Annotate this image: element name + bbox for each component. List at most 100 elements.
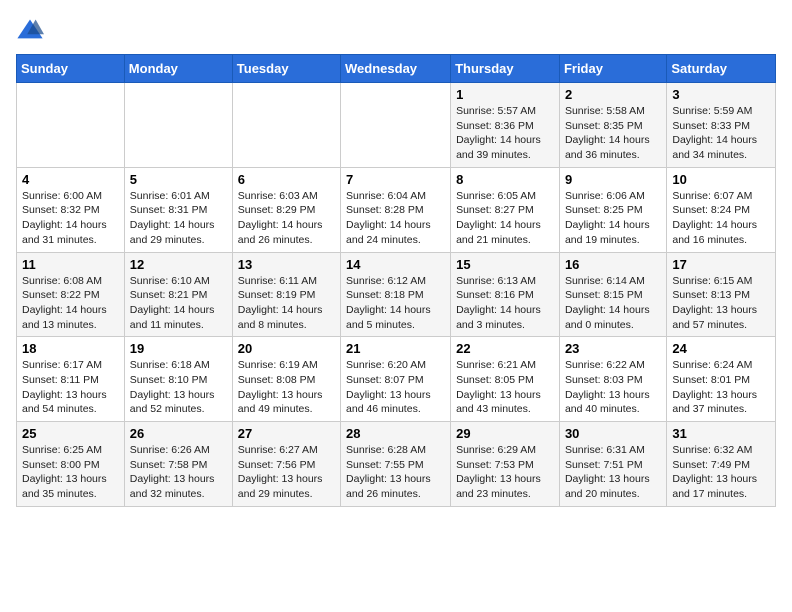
cell-content: Sunrise: 6:27 AMSunset: 7:56 PMDaylight:…: [238, 443, 335, 502]
cell-content: Sunrise: 6:04 AMSunset: 8:28 PMDaylight:…: [346, 189, 445, 248]
calendar-cell: 3Sunrise: 5:59 AMSunset: 8:33 PMDaylight…: [667, 83, 776, 168]
cell-content: Sunrise: 6:25 AMSunset: 8:00 PMDaylight:…: [22, 443, 119, 502]
day-header-monday: Monday: [124, 55, 232, 83]
day-number: 29: [456, 426, 554, 441]
calendar-cell: 5 Sunrise: 6:01 AMSunset: 8:31 PMDaylight…: [124, 167, 232, 252]
calendar-cell: [124, 83, 232, 168]
calendar-cell: 11 Sunrise: 6:08 AMSunset: 8:22 PMDayligh…: [17, 252, 125, 337]
cell-content: Sunrise: 6:28 AMSunset: 7:55 PMDaylight:…: [346, 443, 445, 502]
calendar-cell: 18 Sunrise: 6:17 AMSunset: 8:11 PMDayligh…: [17, 337, 125, 422]
week-row-3: 11 Sunrise: 6:08 AMSunset: 8:22 PMDayligh…: [17, 252, 776, 337]
cell-content: Sunrise: 6:13 AMSunset: 8:16 PMDaylight:…: [456, 274, 554, 333]
week-row-2: 4Sunrise: 6:00 AMSunset: 8:32 PMDaylight…: [17, 167, 776, 252]
calendar-cell: 30Sunrise: 6:31 AMSunset: 7:51 PMDayligh…: [559, 422, 666, 507]
cell-content: Sunrise: 6:26 AMSunset: 7:58 PMDaylight:…: [130, 443, 227, 502]
cell-content: Sunrise: 6:01 AMSunset: 8:31 PMDaylight:…: [130, 189, 227, 248]
calendar-cell: 7 Sunrise: 6:04 AMSunset: 8:28 PMDaylight…: [341, 167, 451, 252]
calendar-cell: [232, 83, 340, 168]
day-number: 10: [672, 172, 770, 187]
logo-icon: [16, 16, 44, 44]
day-number: 18: [22, 341, 119, 356]
day-number: 2: [565, 87, 661, 102]
day-number: 26: [130, 426, 227, 441]
calendar-cell: 13 Sunrise: 6:11 AMSunset: 8:19 PMDayligh…: [232, 252, 340, 337]
day-number: 11: [22, 257, 119, 272]
cell-content: Sunrise: 6:14 AMSunset: 8:15 PMDaylight:…: [565, 274, 661, 333]
calendar-cell: 15 Sunrise: 6:13 AMSunset: 8:16 PMDayligh…: [451, 252, 560, 337]
day-number: 23: [565, 341, 661, 356]
cell-content: Sunrise: 6:05 AMSunset: 8:27 PMDaylight:…: [456, 189, 554, 248]
cell-content: Sunrise: 5:59 AMSunset: 8:33 PMDaylight:…: [672, 104, 770, 163]
day-number: 4: [22, 172, 119, 187]
day-number: 19: [130, 341, 227, 356]
cell-content: Sunrise: 6:19 AMSunset: 8:08 PMDaylight:…: [238, 358, 335, 417]
cell-content: Sunrise: 6:31 AMSunset: 7:51 PMDaylight:…: [565, 443, 661, 502]
day-number: 21: [346, 341, 445, 356]
cell-content: Sunrise: 6:15 AMSunset: 8:13 PMDaylight:…: [672, 274, 770, 333]
calendar-cell: 27 Sunrise: 6:27 AMSunset: 7:56 PMDayligh…: [232, 422, 340, 507]
day-number: 6: [238, 172, 335, 187]
day-number: 27: [238, 426, 335, 441]
day-header-tuesday: Tuesday: [232, 55, 340, 83]
cell-content: Sunrise: 6:18 AMSunset: 8:10 PMDaylight:…: [130, 358, 227, 417]
calendar-cell: 20Sunrise: 6:19 AMSunset: 8:08 PMDayligh…: [232, 337, 340, 422]
cell-content: Sunrise: 6:03 AMSunset: 8:29 PMDaylight:…: [238, 189, 335, 248]
cell-content: Sunrise: 6:12 AMSunset: 8:18 PMDaylight:…: [346, 274, 445, 333]
calendar-cell: 9Sunrise: 6:06 AMSunset: 8:25 PMDaylight…: [559, 167, 666, 252]
day-number: 14: [346, 257, 445, 272]
calendar-cell: 10 Sunrise: 6:07 AMSunset: 8:24 PMDayligh…: [667, 167, 776, 252]
calendar-cell: [341, 83, 451, 168]
week-row-4: 18 Sunrise: 6:17 AMSunset: 8:11 PMDayligh…: [17, 337, 776, 422]
day-number: 8: [456, 172, 554, 187]
calendar-cell: 2 Sunrise: 5:58 AMSunset: 8:35 PMDaylight…: [559, 83, 666, 168]
calendar-cell: 4Sunrise: 6:00 AMSunset: 8:32 PMDaylight…: [17, 167, 125, 252]
calendar-cell: 19 Sunrise: 6:18 AMSunset: 8:10 PMDayligh…: [124, 337, 232, 422]
calendar-cell: 6 Sunrise: 6:03 AMSunset: 8:29 PMDaylight…: [232, 167, 340, 252]
cell-content: Sunrise: 6:21 AMSunset: 8:05 PMDaylight:…: [456, 358, 554, 417]
cell-content: Sunrise: 6:17 AMSunset: 8:11 PMDaylight:…: [22, 358, 119, 417]
calendar-cell: 22 Sunrise: 6:21 AMSunset: 8:05 PMDayligh…: [451, 337, 560, 422]
cell-content: Sunrise: 6:10 AMSunset: 8:21 PMDaylight:…: [130, 274, 227, 333]
cell-content: Sunrise: 6:20 AMSunset: 8:07 PMDaylight:…: [346, 358, 445, 417]
calendar-cell: 8 Sunrise: 6:05 AMSunset: 8:27 PMDaylight…: [451, 167, 560, 252]
calendar-table: SundayMondayTuesdayWednesdayThursdayFrid…: [16, 54, 776, 507]
calendar-cell: 14 Sunrise: 6:12 AMSunset: 8:18 PMDayligh…: [341, 252, 451, 337]
calendar-cell: 28 Sunrise: 6:28 AMSunset: 7:55 PMDayligh…: [341, 422, 451, 507]
header-row: SundayMondayTuesdayWednesdayThursdayFrid…: [17, 55, 776, 83]
day-number: 16: [565, 257, 661, 272]
day-number: 7: [346, 172, 445, 187]
day-number: 9: [565, 172, 661, 187]
calendar-cell: [17, 83, 125, 168]
day-number: 24: [672, 341, 770, 356]
day-number: 25: [22, 426, 119, 441]
day-number: 28: [346, 426, 445, 441]
calendar-cell: 23 Sunrise: 6:22 AMSunset: 8:03 PMDayligh…: [559, 337, 666, 422]
calendar-cell: 24 Sunrise: 6:24 AMSunset: 8:01 PMDayligh…: [667, 337, 776, 422]
day-header-friday: Friday: [559, 55, 666, 83]
cell-content: Sunrise: 6:11 AMSunset: 8:19 PMDaylight:…: [238, 274, 335, 333]
day-header-thursday: Thursday: [451, 55, 560, 83]
calendar-cell: 1Sunrise: 5:57 AMSunset: 8:36 PMDaylight…: [451, 83, 560, 168]
cell-content: Sunrise: 5:58 AMSunset: 8:35 PMDaylight:…: [565, 104, 661, 163]
calendar-cell: 29Sunrise: 6:29 AMSunset: 7:53 PMDayligh…: [451, 422, 560, 507]
day-number: 5: [130, 172, 227, 187]
day-number: 15: [456, 257, 554, 272]
day-number: 17: [672, 257, 770, 272]
cell-content: Sunrise: 6:08 AMSunset: 8:22 PMDaylight:…: [22, 274, 119, 333]
day-number: 1: [456, 87, 554, 102]
cell-content: Sunrise: 6:24 AMSunset: 8:01 PMDaylight:…: [672, 358, 770, 417]
week-row-5: 25 Sunrise: 6:25 AMSunset: 8:00 PMDayligh…: [17, 422, 776, 507]
day-number: 12: [130, 257, 227, 272]
day-number: 31: [672, 426, 770, 441]
calendar-cell: 31 Sunrise: 6:32 AMSunset: 7:49 PMDayligh…: [667, 422, 776, 507]
cell-content: Sunrise: 6:22 AMSunset: 8:03 PMDaylight:…: [565, 358, 661, 417]
day-header-wednesday: Wednesday: [341, 55, 451, 83]
calendar-cell: 17 Sunrise: 6:15 AMSunset: 8:13 PMDayligh…: [667, 252, 776, 337]
calendar-cell: 16 Sunrise: 6:14 AMSunset: 8:15 PMDayligh…: [559, 252, 666, 337]
week-row-1: 1Sunrise: 5:57 AMSunset: 8:36 PMDaylight…: [17, 83, 776, 168]
cell-content: Sunrise: 6:07 AMSunset: 8:24 PMDaylight:…: [672, 189, 770, 248]
calendar-cell: 12 Sunrise: 6:10 AMSunset: 8:21 PMDayligh…: [124, 252, 232, 337]
cell-content: Sunrise: 6:32 AMSunset: 7:49 PMDaylight:…: [672, 443, 770, 502]
day-number: 22: [456, 341, 554, 356]
day-number: 13: [238, 257, 335, 272]
